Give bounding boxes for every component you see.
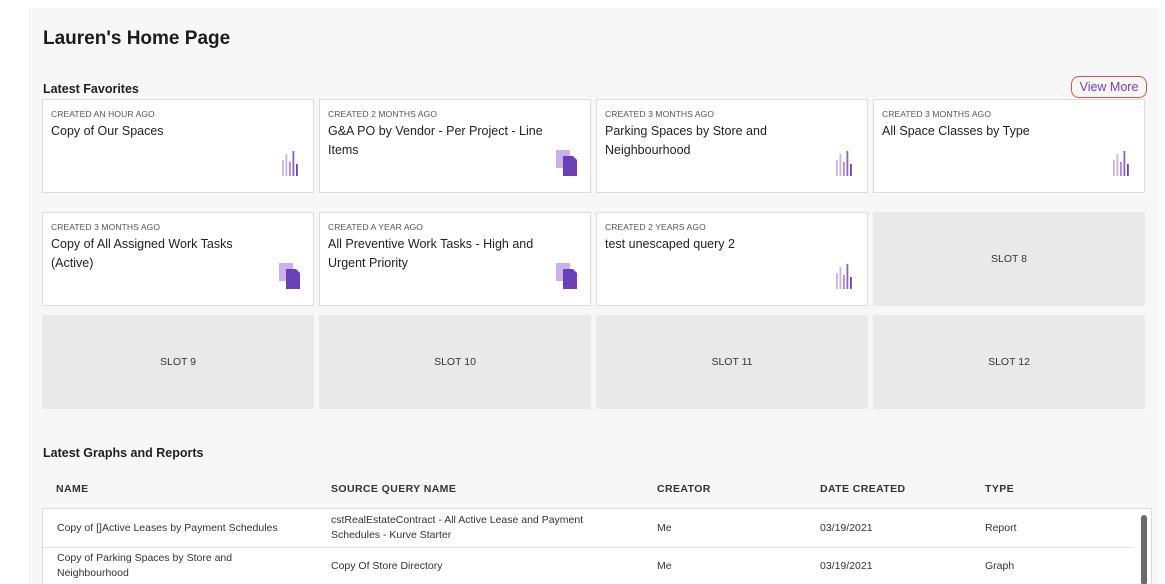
table-row[interactable]: Copy of Parking Spaces by Store and Neig… bbox=[43, 547, 1133, 584]
column-header-name[interactable]: NAME bbox=[56, 483, 89, 495]
row-creator: Me bbox=[657, 521, 672, 534]
favorite-name: test unescaped query 2 bbox=[605, 237, 735, 251]
favorites-section-title: Latest Favorites bbox=[43, 82, 139, 96]
favorite-name: Parking Spaces by Store and Neighbourhoo… bbox=[605, 124, 767, 157]
empty-slot[interactable]: SLOT 9 bbox=[42, 315, 314, 409]
reports-table-header: NAME SOURCE QUERY NAME CREATOR DATE CREA… bbox=[42, 483, 1152, 503]
bar-chart-icon bbox=[1112, 148, 1132, 181]
bar-chart-icon bbox=[835, 148, 855, 181]
favorite-created: CREATED 3 MONTHS AGO bbox=[605, 109, 715, 119]
bar-chart-icon bbox=[835, 261, 855, 294]
row-creator: Me bbox=[657, 559, 672, 572]
row-type: Graph bbox=[985, 559, 1015, 572]
row-name: Copy of []Active Leases by Payment Sched… bbox=[57, 521, 278, 534]
favorite-created: CREATED 2 YEARS AGO bbox=[605, 222, 706, 232]
favorite-card[interactable]: CREATED AN HOUR AGO Copy of Our Spaces bbox=[42, 99, 314, 193]
favorite-card[interactable]: CREATED 3 MONTHS AGO All Space Classes b… bbox=[873, 99, 1145, 193]
favorite-created: CREATED AN HOUR AGO bbox=[51, 109, 155, 119]
column-header-type[interactable]: TYPE bbox=[985, 483, 1014, 495]
favorite-created: CREATED 3 MONTHS AGO bbox=[51, 222, 161, 232]
favorite-created: CREATED 3 MONTHS AGO bbox=[882, 109, 992, 119]
favorite-card[interactable]: CREATED 3 MONTHS AGO Copy of All Assigne… bbox=[42, 212, 314, 306]
favorite-created: CREATED A YEAR AGO bbox=[328, 222, 424, 232]
row-date-created: 03/19/2021 bbox=[820, 521, 873, 534]
report-icon bbox=[556, 150, 578, 181]
empty-slot[interactable]: SLOT 12 bbox=[873, 315, 1145, 409]
favorite-name: Copy of All Assigned Work Tasks (Active) bbox=[51, 237, 233, 270]
page-title: Lauren's Home Page bbox=[43, 28, 231, 49]
column-header-source-query[interactable]: SOURCE QUERY NAME bbox=[331, 483, 456, 495]
favorite-name: G&A PO by Vendor - Per Project - Line It… bbox=[328, 124, 543, 157]
report-icon bbox=[556, 263, 578, 294]
row-source-query: Copy Of Store Directory bbox=[331, 559, 443, 572]
favorite-card[interactable]: CREATED 3 MONTHS AGO Parking Spaces by S… bbox=[596, 99, 868, 193]
favorite-card[interactable]: CREATED 2 MONTHS AGO G&A PO by Vendor - … bbox=[319, 99, 591, 193]
favorite-card[interactable]: CREATED A YEAR AGO All Preventive Work T… bbox=[319, 212, 591, 306]
table-row[interactable]: Copy of []Active Leases by Payment Sched… bbox=[43, 509, 1133, 548]
row-source-query: cstRealEstateContract - All Active Lease… bbox=[331, 514, 584, 541]
favorite-card[interactable]: CREATED 2 YEARS AGO test unescaped query… bbox=[596, 212, 868, 306]
table-scrollbar[interactable] bbox=[1141, 515, 1147, 584]
column-header-date-created[interactable]: DATE CREATED bbox=[820, 483, 906, 495]
favorite-name: All Preventive Work Tasks - High and Urg… bbox=[328, 237, 534, 270]
row-type: Report bbox=[985, 521, 1017, 534]
favorite-name: All Space Classes by Type bbox=[882, 124, 1030, 138]
row-date-created: 03/19/2021 bbox=[820, 559, 873, 572]
favorite-created: CREATED 2 MONTHS AGO bbox=[328, 109, 438, 119]
column-header-creator[interactable]: CREATOR bbox=[657, 483, 711, 495]
row-name: Copy of Parking Spaces by Store and Neig… bbox=[57, 552, 233, 579]
report-icon bbox=[279, 263, 301, 294]
bar-chart-icon bbox=[281, 148, 301, 181]
home-page: Lauren's Home Page Latest Favorites View… bbox=[29, 8, 1159, 584]
reports-table: Copy of []Active Leases by Payment Sched… bbox=[42, 508, 1152, 584]
empty-slot[interactable]: SLOT 10 bbox=[319, 315, 591, 409]
view-more-link[interactable]: View More bbox=[1071, 76, 1147, 98]
favorite-name: Copy of Our Spaces bbox=[51, 124, 164, 138]
empty-slot[interactable]: SLOT 11 bbox=[596, 315, 868, 409]
empty-slot[interactable]: SLOT 8 bbox=[873, 212, 1145, 306]
reports-section-title: Latest Graphs and Reports bbox=[43, 446, 204, 460]
